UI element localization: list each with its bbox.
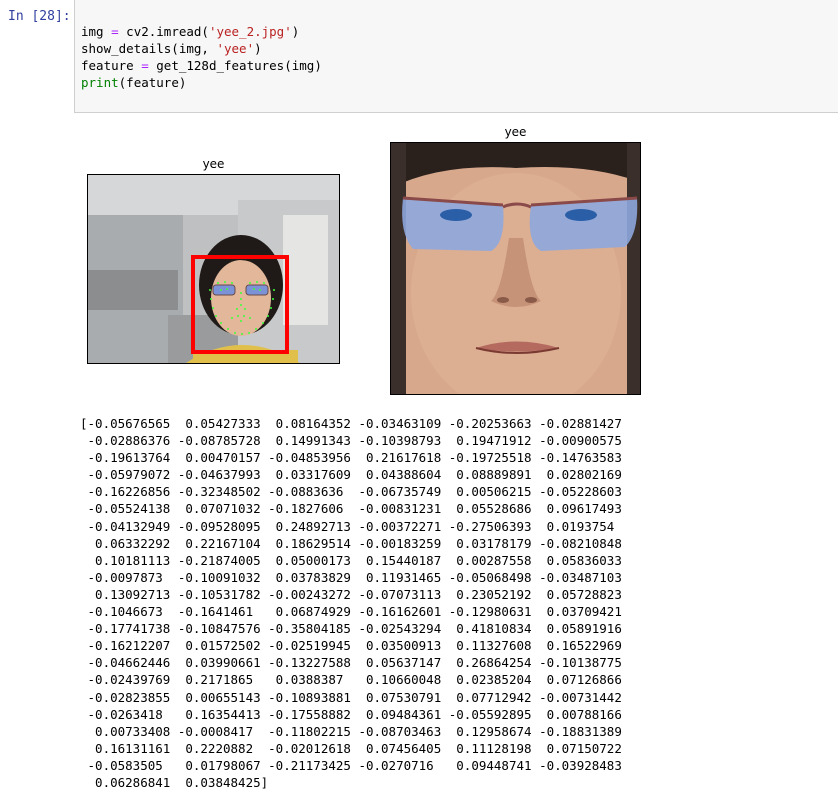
cropped-face-photo xyxy=(391,143,640,394)
output-line: -0.17741738 -0.10847576 -0.35804185 -0.0… xyxy=(80,621,622,637)
code-token: ) xyxy=(291,24,300,39)
code-token: get_128d_features(img) xyxy=(148,58,322,73)
code-cell-input[interactable]: img = cv2.imread('yee_2.jpg') show_detail… xyxy=(74,0,838,113)
output-line: -0.1046673 -0.1641461 0.06874929 -0.1616… xyxy=(80,604,622,620)
code-token: 'yee' xyxy=(216,41,255,56)
output-line: -0.05979072 -0.04637993 0.03317609 0.043… xyxy=(80,467,622,483)
code-line: show_details(img, 'yee') xyxy=(81,40,322,57)
code-token: = xyxy=(111,24,119,39)
code-token: img xyxy=(81,24,112,39)
output-line: 0.06286841 0.03848425] xyxy=(80,774,269,790)
code-token: 'yee_2.jpg' xyxy=(208,24,292,39)
output-line: -0.02823855 0.00655143 -0.10893881 0.075… xyxy=(80,689,622,705)
output-line: 0.10181113 -0.21874005 0.05000173 0.1544… xyxy=(80,552,622,568)
code-token: show_details(img, xyxy=(81,41,217,56)
left-figure-image xyxy=(87,174,340,364)
cell-output: [-0.05676565 0.05427333 0.08164352 -0.03… xyxy=(80,415,622,791)
output-line: -0.05524138 0.07071032 -0.1827606 -0.008… xyxy=(80,501,622,517)
code-token: feature xyxy=(81,58,142,73)
output-line: 0.13092713 -0.10531782 -0.00243272 -0.07… xyxy=(80,586,622,602)
code-line: print(feature) xyxy=(81,74,322,91)
left-figure-title: yee xyxy=(202,157,225,171)
code-token: = xyxy=(141,58,149,73)
right-figure-image xyxy=(390,142,641,395)
webcam-photo-with-face-box xyxy=(88,175,339,363)
right-figure-title: yee xyxy=(504,125,527,139)
cell-prompt: In [28]: xyxy=(8,9,71,24)
output-line: [-0.05676565 0.05427333 0.08164352 -0.03… xyxy=(80,416,622,431)
code-token: print xyxy=(81,75,119,90)
output-line: -0.16212207 0.01572502 -0.02519945 0.035… xyxy=(80,638,622,654)
code-line: img = cv2.imread('yee_2.jpg') xyxy=(81,23,322,40)
output-line: -0.19613764 0.00470157 -0.04853956 0.216… xyxy=(80,450,622,466)
output-line: 0.16131161 0.2220882 -0.02012618 0.07456… xyxy=(80,740,622,756)
output-line: -0.04132949 -0.09528095 0.24892713 -0.00… xyxy=(80,518,615,534)
code-token: cv2.imread( xyxy=(118,24,209,39)
code-token: (feature) xyxy=(118,75,187,90)
code-line: feature = get_128d_features(img) xyxy=(81,57,322,74)
output-line: -0.0097873 -0.10091032 0.03783829 0.1193… xyxy=(80,569,622,585)
code-token: ) xyxy=(254,41,262,56)
output-line: -0.02886376 -0.08785728 0.14991343 -0.10… xyxy=(80,433,622,449)
output-line: -0.16226856 -0.32348502 -0.0883636 -0.06… xyxy=(80,484,622,500)
output-line: 0.06332292 0.22167104 0.18629514 -0.0018… xyxy=(80,535,622,551)
output-line: -0.04662446 0.03990661 -0.13227588 0.056… xyxy=(80,655,622,671)
output-line: -0.0263418 0.16354413 -0.17558882 0.0948… xyxy=(80,706,622,722)
output-line: -0.02439769 0.2171865 0.0388387 0.106600… xyxy=(80,672,622,688)
output-line: 0.00733408 -0.0008417 -0.11802215 -0.087… xyxy=(80,723,622,739)
code-editor[interactable]: img = cv2.imread('yee_2.jpg') show_detail… xyxy=(81,23,322,91)
output-line: -0.0583505 0.01798067 -0.21173425 -0.027… xyxy=(80,757,622,773)
